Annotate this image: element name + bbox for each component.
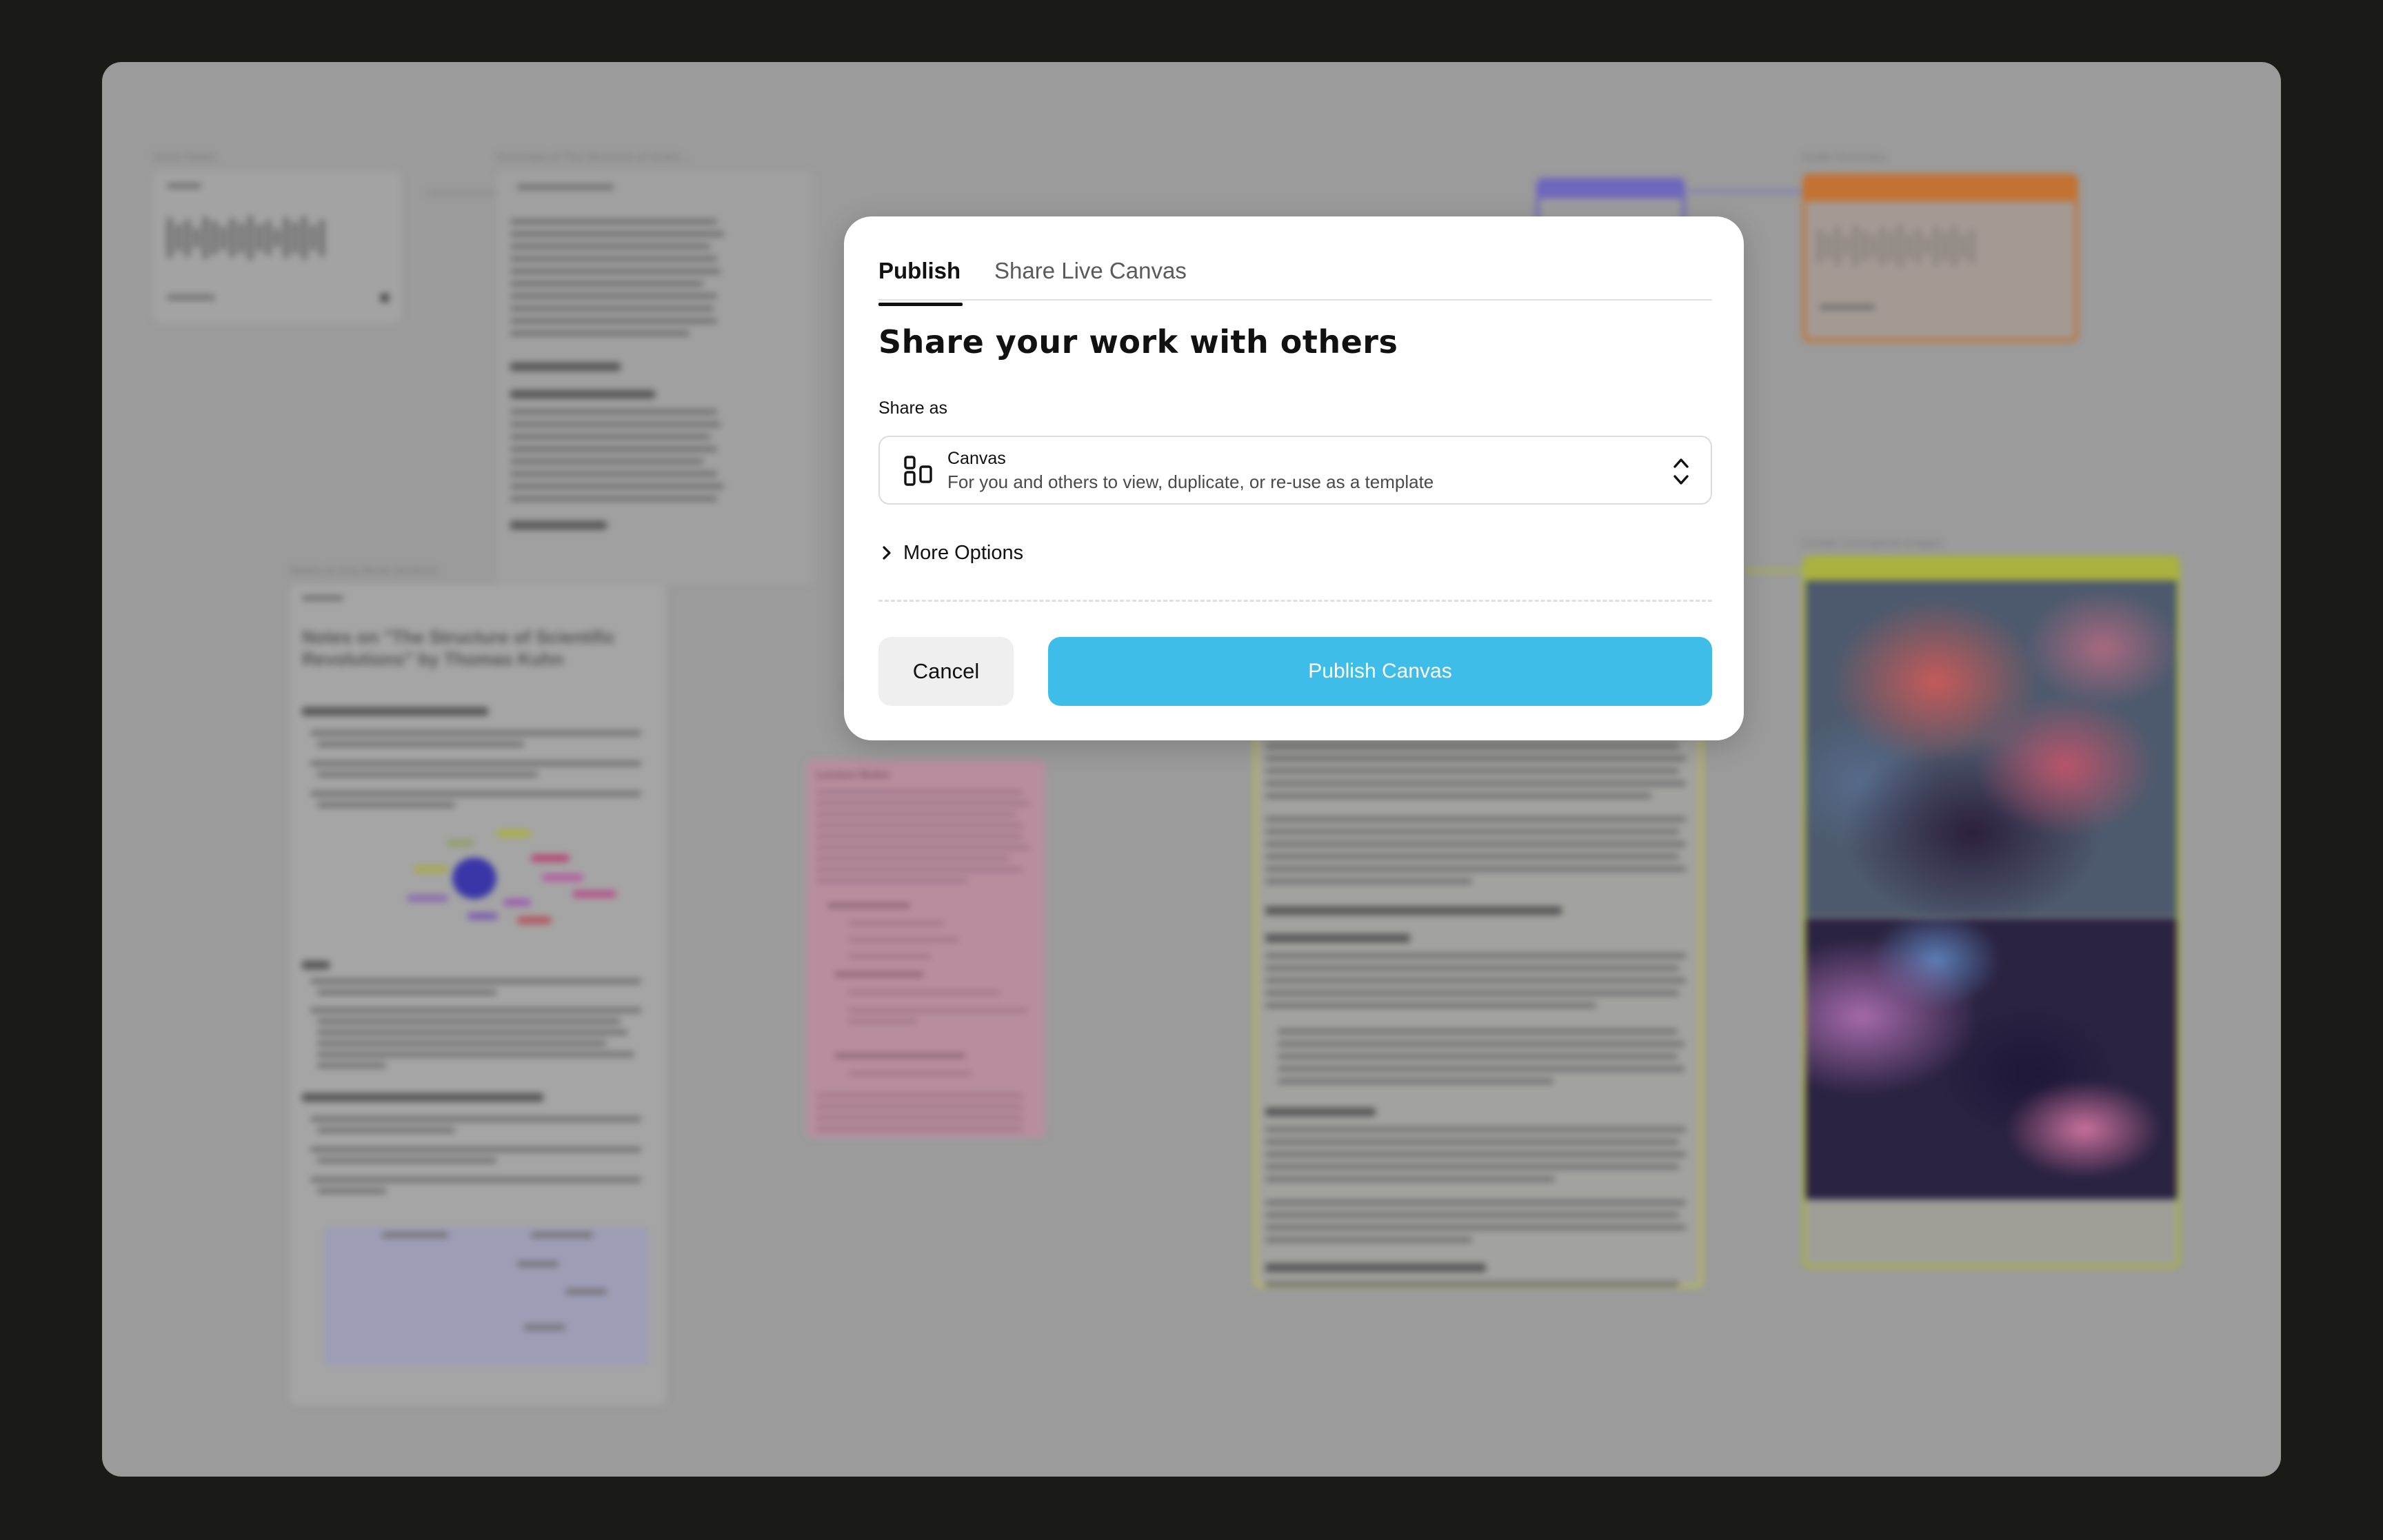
- abstract-image-2: [1806, 918, 2177, 1199]
- voice-notes-card: [153, 171, 401, 323]
- audio-summary-card: [1802, 174, 2078, 342]
- waveform-icon: [167, 214, 325, 262]
- share-option-subtitle: For you and others to view, duplicate, o…: [947, 472, 1434, 492]
- active-tab-indicator: [878, 303, 963, 306]
- tab-share-live-canvas[interactable]: Share Live Canvas: [994, 258, 1187, 284]
- chevron-up-down-icon: [1673, 458, 1689, 485]
- lecture-notes-title: Lecture Notes: [816, 769, 890, 781]
- audio-waveform-icon: [1817, 222, 1975, 270]
- modal-tabs: Publish Share Live Canvas: [878, 241, 1712, 306]
- tab-publish[interactable]: Publish: [878, 258, 963, 306]
- node-title-audio-summary: Audio Summary: [1802, 150, 1886, 163]
- publish-canvas-button[interactable]: Publish Canvas: [1048, 637, 1712, 706]
- dashed-divider: [878, 600, 1712, 602]
- notes-chart-area: [324, 1227, 648, 1365]
- summary-card: [496, 171, 814, 585]
- share-as-select[interactable]: Canvas For you and others to view, dupli…: [878, 436, 1712, 505]
- node-title-summary: Summary of The Structure of Scien...: [496, 150, 690, 163]
- publish-modal: Publish Share Live Canvas Share your wor…: [844, 216, 1744, 740]
- more-options-toggle[interactable]: More Options: [880, 540, 1023, 565]
- node-title-conceptual-images: Create Conceptual Images: [1802, 536, 1942, 549]
- notes-document-heading: Notes on "The Structure of Scientific Re…: [302, 627, 616, 669]
- node-title-voice-notes: Voice Notes: [153, 150, 216, 163]
- node-title-notes-key-sections: Notes on Key Book Sections: [290, 564, 439, 577]
- canvas-frame: Voice Notes Summary of The Structure of …: [102, 62, 2281, 1477]
- share-as-label: Share as: [878, 398, 948, 418]
- share-option-title: Canvas: [947, 449, 1006, 468]
- cancel-button[interactable]: Cancel: [878, 637, 1014, 706]
- conceptual-images-card: [1802, 556, 2180, 1268]
- canvas-layout-icon: [904, 456, 932, 486]
- notes-document-card: Notes on "The Structure of Scientific Re…: [290, 585, 666, 1405]
- more-options-label: More Options: [903, 541, 1024, 564]
- tab-publish-label: Publish: [878, 258, 961, 283]
- abstract-image-1: [1806, 580, 2177, 917]
- lecture-notes-card: Lecture Notes: [807, 760, 1045, 1137]
- modal-heading: Share your work with others: [878, 323, 1398, 361]
- chevron-right-icon: [883, 546, 891, 560]
